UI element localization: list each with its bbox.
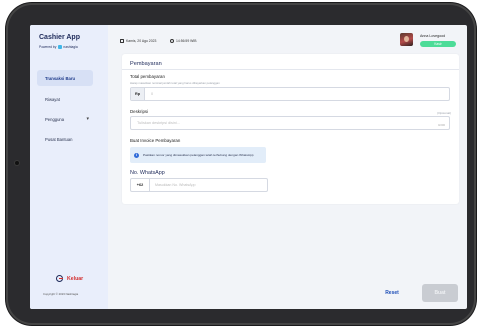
sidebar-item-label: Transaksi Baru — [45, 75, 76, 81]
sidebar-item-label: Pusat Bantuan — [45, 136, 73, 142]
submit-button[interactable]: Buat — [422, 284, 458, 302]
sidebar-item-riwayat[interactable]: Riwayat — [37, 91, 93, 107]
powered-by-label: Powered by — [39, 45, 57, 49]
info-text: Pastikan nomor yang dimasukkan pelanggan… — [143, 152, 254, 157]
sidebar-item-pengguna[interactable]: Pengguna ▾ — [37, 111, 93, 127]
calendar-icon — [120, 39, 124, 43]
logout-label: Keluar — [67, 275, 84, 282]
current-date: Kamis, 20 Agu 2023 — [120, 39, 156, 43]
clock-icon — [170, 39, 174, 43]
avatar[interactable] — [400, 33, 413, 46]
whatsapp-input[interactable]: +62 Masukkan No. WhatsApp — [130, 178, 268, 192]
reset-button[interactable]: Reset — [378, 287, 406, 299]
chevron-down-icon: ▾ — [86, 116, 89, 122]
country-code: +62 — [131, 179, 150, 191]
amount-value: 0 — [151, 92, 154, 96]
app-title: Cashier App — [39, 34, 80, 41]
copyright-text: Copyright © 2023 Nashtagia — [43, 292, 79, 296]
date-text: Kamis, 20 Agu 2023 — [126, 39, 157, 43]
sidebar: Cashier App Powered by nashtagia Transak… — [30, 25, 108, 309]
info-icon: i — [134, 152, 139, 158]
whatsapp-label: No. WhatsApp — [130, 170, 165, 176]
whatsapp-placeholder: Masukkan No. WhatsApp — [155, 183, 196, 187]
user-name: Anna Lovegood — [420, 34, 446, 38]
sidebar-item-transaksi-baru[interactable]: Transaksi Baru — [37, 70, 93, 86]
char-counter: 0/200 — [438, 122, 445, 127]
brand-logo-icon — [57, 45, 62, 49]
logout-button[interactable]: Keluar — [56, 275, 83, 282]
powered-by: Powered by nashtagia — [39, 45, 78, 49]
optional-tag: (Opsional) — [437, 111, 451, 115]
amount-input[interactable]: Rp 0 — [130, 87, 450, 101]
invoice-label: Buat Invoice Pembayaran — [130, 138, 181, 143]
total-hint: Harap masukkan nominal jumlah total yang… — [130, 80, 220, 85]
sidebar-item-label: Pengguna — [45, 116, 65, 122]
sidebar-item-pusat-bantuan[interactable]: Pusat Bantuan — [37, 131, 93, 147]
info-notice: i Pastikan nomor yang dimasukkan pelangg… — [130, 147, 266, 163]
card-title: Pembayaran — [130, 61, 162, 67]
description-placeholder: Tuliskan deskripsi disini... — [137, 121, 180, 125]
app-screen: Cashier App Powered by nashtagia Transak… — [30, 25, 467, 309]
sidebar-item-label: Riwayat — [45, 96, 60, 102]
brand-name: nashtagia — [63, 45, 78, 49]
time-text: 14:56:59 WIB — [176, 39, 197, 43]
payment-card: Pembayaran Total pembayaran Harap masukk… — [122, 54, 459, 204]
description-input[interactable]: Tuliskan deskripsi disini... 0/200 — [130, 116, 450, 130]
role-badge: Kasir — [420, 41, 456, 47]
card-divider — [122, 69, 459, 70]
tablet-frame: Cashier App Powered by nashtagia Transak… — [6, 3, 476, 325]
currency-prefix: Rp — [131, 88, 145, 100]
total-label: Total pembayaran — [130, 74, 165, 79]
camera-icon — [15, 161, 19, 165]
current-time: 14:56:59 WIB — [170, 39, 197, 43]
logout-icon — [56, 275, 63, 282]
description-label: Deskripsi — [130, 109, 149, 114]
